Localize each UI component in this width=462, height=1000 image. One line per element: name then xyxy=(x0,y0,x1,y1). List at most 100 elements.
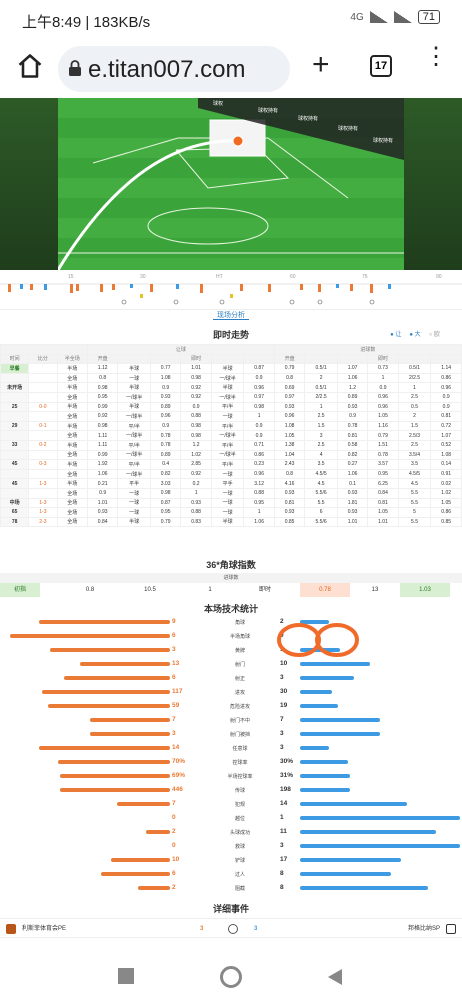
odds-cell: 2 xyxy=(397,411,432,422)
stat-home-value: 3 xyxy=(172,645,176,653)
stat-row: 6 过人 8 xyxy=(0,868,462,879)
odds-cell: 0.79 xyxy=(367,430,399,441)
back-button[interactable] xyxy=(326,967,344,987)
home-button[interactable] xyxy=(220,966,242,988)
odds-header-cell: 即时 xyxy=(367,353,399,365)
tab-count-button[interactable]: 17 xyxy=(370,55,392,77)
address-bar[interactable]: e.titan007.com xyxy=(58,46,290,92)
home-icon[interactable] xyxy=(16,52,44,80)
odds-cell: 0.82 xyxy=(149,468,182,480)
odds-cell: 半场 xyxy=(56,420,88,432)
signal-icon xyxy=(369,11,388,23)
odds-cell: 0.96 xyxy=(243,382,275,393)
odds-header-cell xyxy=(397,353,432,365)
corner-cell: 1.03 xyxy=(400,583,450,597)
odds-cell: 0.21 xyxy=(86,478,119,489)
stat-label: 射正 xyxy=(234,675,245,682)
option-handicap[interactable]: ● 让 xyxy=(390,329,401,338)
stat-home-value: 7 xyxy=(172,799,176,807)
stat-away-bar xyxy=(300,732,380,736)
odds-cell: 0.92 xyxy=(180,391,212,403)
odds-cell: 1.06 xyxy=(336,468,369,480)
odds-cell: 平/半 xyxy=(117,459,151,470)
odds-cell: 1.01 xyxy=(86,497,119,509)
home-team-logo xyxy=(6,924,16,934)
odds-cell: 0.9 xyxy=(180,401,212,413)
odds-cell: 0.9 xyxy=(243,372,275,384)
odds-header-cell: 半全场 xyxy=(56,353,88,365)
more-menu-icon[interactable]: ⋮ xyxy=(424,45,448,69)
stat-away-bar xyxy=(300,844,460,848)
stat-row: 446 传球 198 xyxy=(0,784,462,795)
recents-button[interactable] xyxy=(118,968,134,984)
odds-cell: 0.83 xyxy=(180,516,212,528)
odds-cell: 1.07 xyxy=(430,430,462,441)
stat-away-value: 11 xyxy=(280,827,287,835)
stat-home-value: 6 xyxy=(172,673,176,681)
stat-home-value: 2 xyxy=(172,883,176,891)
stat-label: 半场角球 xyxy=(229,633,250,640)
odds-cell: 0.95 xyxy=(243,497,275,509)
odds-cell xyxy=(28,391,58,403)
odds-cell: 78 xyxy=(0,516,30,528)
timeline-tick: 30 xyxy=(140,274,146,280)
option-over-under[interactable]: ● 大 xyxy=(409,329,420,338)
stat-row: 117 进攻 30 xyxy=(0,686,462,697)
odds-cell: 未开场 xyxy=(0,382,30,393)
odds-cell: 平手 xyxy=(210,478,245,489)
odds-cell: 0.86 xyxy=(430,372,462,384)
odds-cell: 0.9 xyxy=(149,420,182,432)
odds-cell: 0.77 xyxy=(149,363,182,374)
url-text: e.titan007.com xyxy=(88,56,246,83)
stat-row: 70% 控球率 30% xyxy=(0,756,462,767)
odds-cell: 0.92 xyxy=(86,411,119,422)
corner-section-title: 36*角球指数 xyxy=(0,558,462,571)
option-euro[interactable]: ○ 欧 xyxy=(429,329,440,338)
odds-cell: 5.5 xyxy=(397,497,432,509)
stat-home-bar xyxy=(48,704,170,708)
stat-home-value: 14 xyxy=(172,743,180,751)
odds-cell: 0.93 xyxy=(336,487,369,499)
odds-cell: 0.96 xyxy=(149,411,182,422)
stat-home-value: 3 xyxy=(172,729,176,737)
odds-cell: 平/半 xyxy=(117,439,151,451)
stat-away-value: 30% xyxy=(280,757,294,765)
odds-cell: 一球 xyxy=(117,487,151,499)
option-label: 让 xyxy=(395,332,402,338)
odds-cell: 1.81 xyxy=(336,497,369,509)
stat-row: 6 射正 3 xyxy=(0,672,462,683)
odds-cell: 0.81 xyxy=(367,497,399,509)
odds-cell: 4.5 xyxy=(397,478,432,489)
odds-cell: 0.9 xyxy=(336,411,369,422)
odds-cell: 0.9 xyxy=(243,420,275,432)
stat-row: 13 射门 10 xyxy=(0,658,462,669)
stat-home-bar xyxy=(146,830,170,834)
odds-cell: 2-3 xyxy=(28,516,58,528)
odds-cell: 4.16 xyxy=(273,478,306,489)
stat-away-bar xyxy=(300,858,401,862)
odds-cell: 0.86 xyxy=(243,449,275,461)
stat-home-bar xyxy=(10,634,170,638)
odds-cell: 0.95 xyxy=(367,468,399,480)
odds-cell: 1.11 xyxy=(86,439,119,451)
network-label: 4G xyxy=(350,11,364,23)
odds-cell xyxy=(28,449,58,461)
odds-cell: 0.96 xyxy=(273,411,306,422)
odds-cell: 平/半 xyxy=(210,459,245,470)
odds-cell: 一/球半 xyxy=(117,391,151,403)
home-team-name: 利斯菲体育会PE xyxy=(22,926,67,932)
odds-cell: 一/球半 xyxy=(210,372,245,384)
odds-cell: 半球 xyxy=(210,382,245,393)
odds-cell: 0.93 xyxy=(273,401,306,413)
tab-live-analysis[interactable]: 现场分析 xyxy=(213,312,249,320)
odds-cell: 2/2.5 xyxy=(304,391,338,403)
odds-cell: 全场 xyxy=(56,449,88,461)
odds-cell xyxy=(28,382,58,393)
odds-cell: 5.5/6 xyxy=(304,516,338,528)
new-tab-icon[interactable]: + xyxy=(312,50,330,80)
stat-label: 过人 xyxy=(234,871,245,878)
odds-cell: 0.93 xyxy=(149,391,182,403)
stat-away-value: 10 xyxy=(280,659,288,667)
odds-cell: 0.78 xyxy=(367,449,399,461)
stat-home-bar xyxy=(64,676,170,680)
